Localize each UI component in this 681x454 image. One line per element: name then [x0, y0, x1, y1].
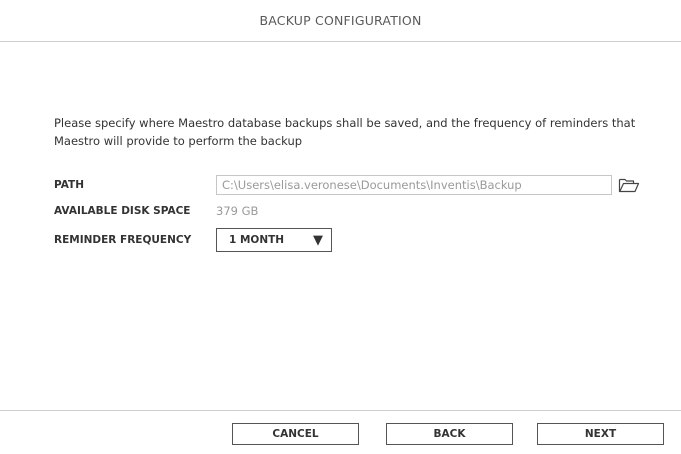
reminder-frequency-value: 1 MONTH	[229, 234, 285, 246]
disk-space-label: AVAILABLE DISK SPACE	[54, 205, 191, 217]
back-button[interactable]: BACK	[386, 423, 513, 445]
path-input[interactable]	[216, 175, 612, 195]
backup-configuration-window: BACKUP CONFIGURATION Please specify wher…	[0, 0, 681, 454]
footer-bar: CANCEL BACK NEXT	[0, 410, 681, 454]
window-title: BACKUP CONFIGURATION	[259, 13, 422, 28]
description-text: Please specify where Maestro database ba…	[54, 116, 636, 148]
cancel-button[interactable]: CANCEL	[232, 423, 359, 445]
reminder-frequency-select[interactable]: 1 MONTH ▼	[216, 228, 332, 252]
folder-open-icon[interactable]	[618, 176, 640, 194]
path-row: PATH	[54, 175, 640, 195]
title-bar: BACKUP CONFIGURATION	[0, 0, 681, 42]
reminder-frequency-label: REMINDER FREQUENCY	[54, 234, 192, 246]
dropdown-arrow-icon: ▼	[313, 232, 323, 248]
disk-space-value: 379 GB	[216, 204, 259, 218]
disk-space-row: AVAILABLE DISK SPACE 379 GB	[54, 204, 258, 218]
next-button[interactable]: NEXT	[537, 423, 664, 445]
path-label: PATH	[54, 179, 84, 191]
reminder-frequency-row: REMINDER FREQUENCY 1 MONTH ▼	[54, 228, 332, 252]
